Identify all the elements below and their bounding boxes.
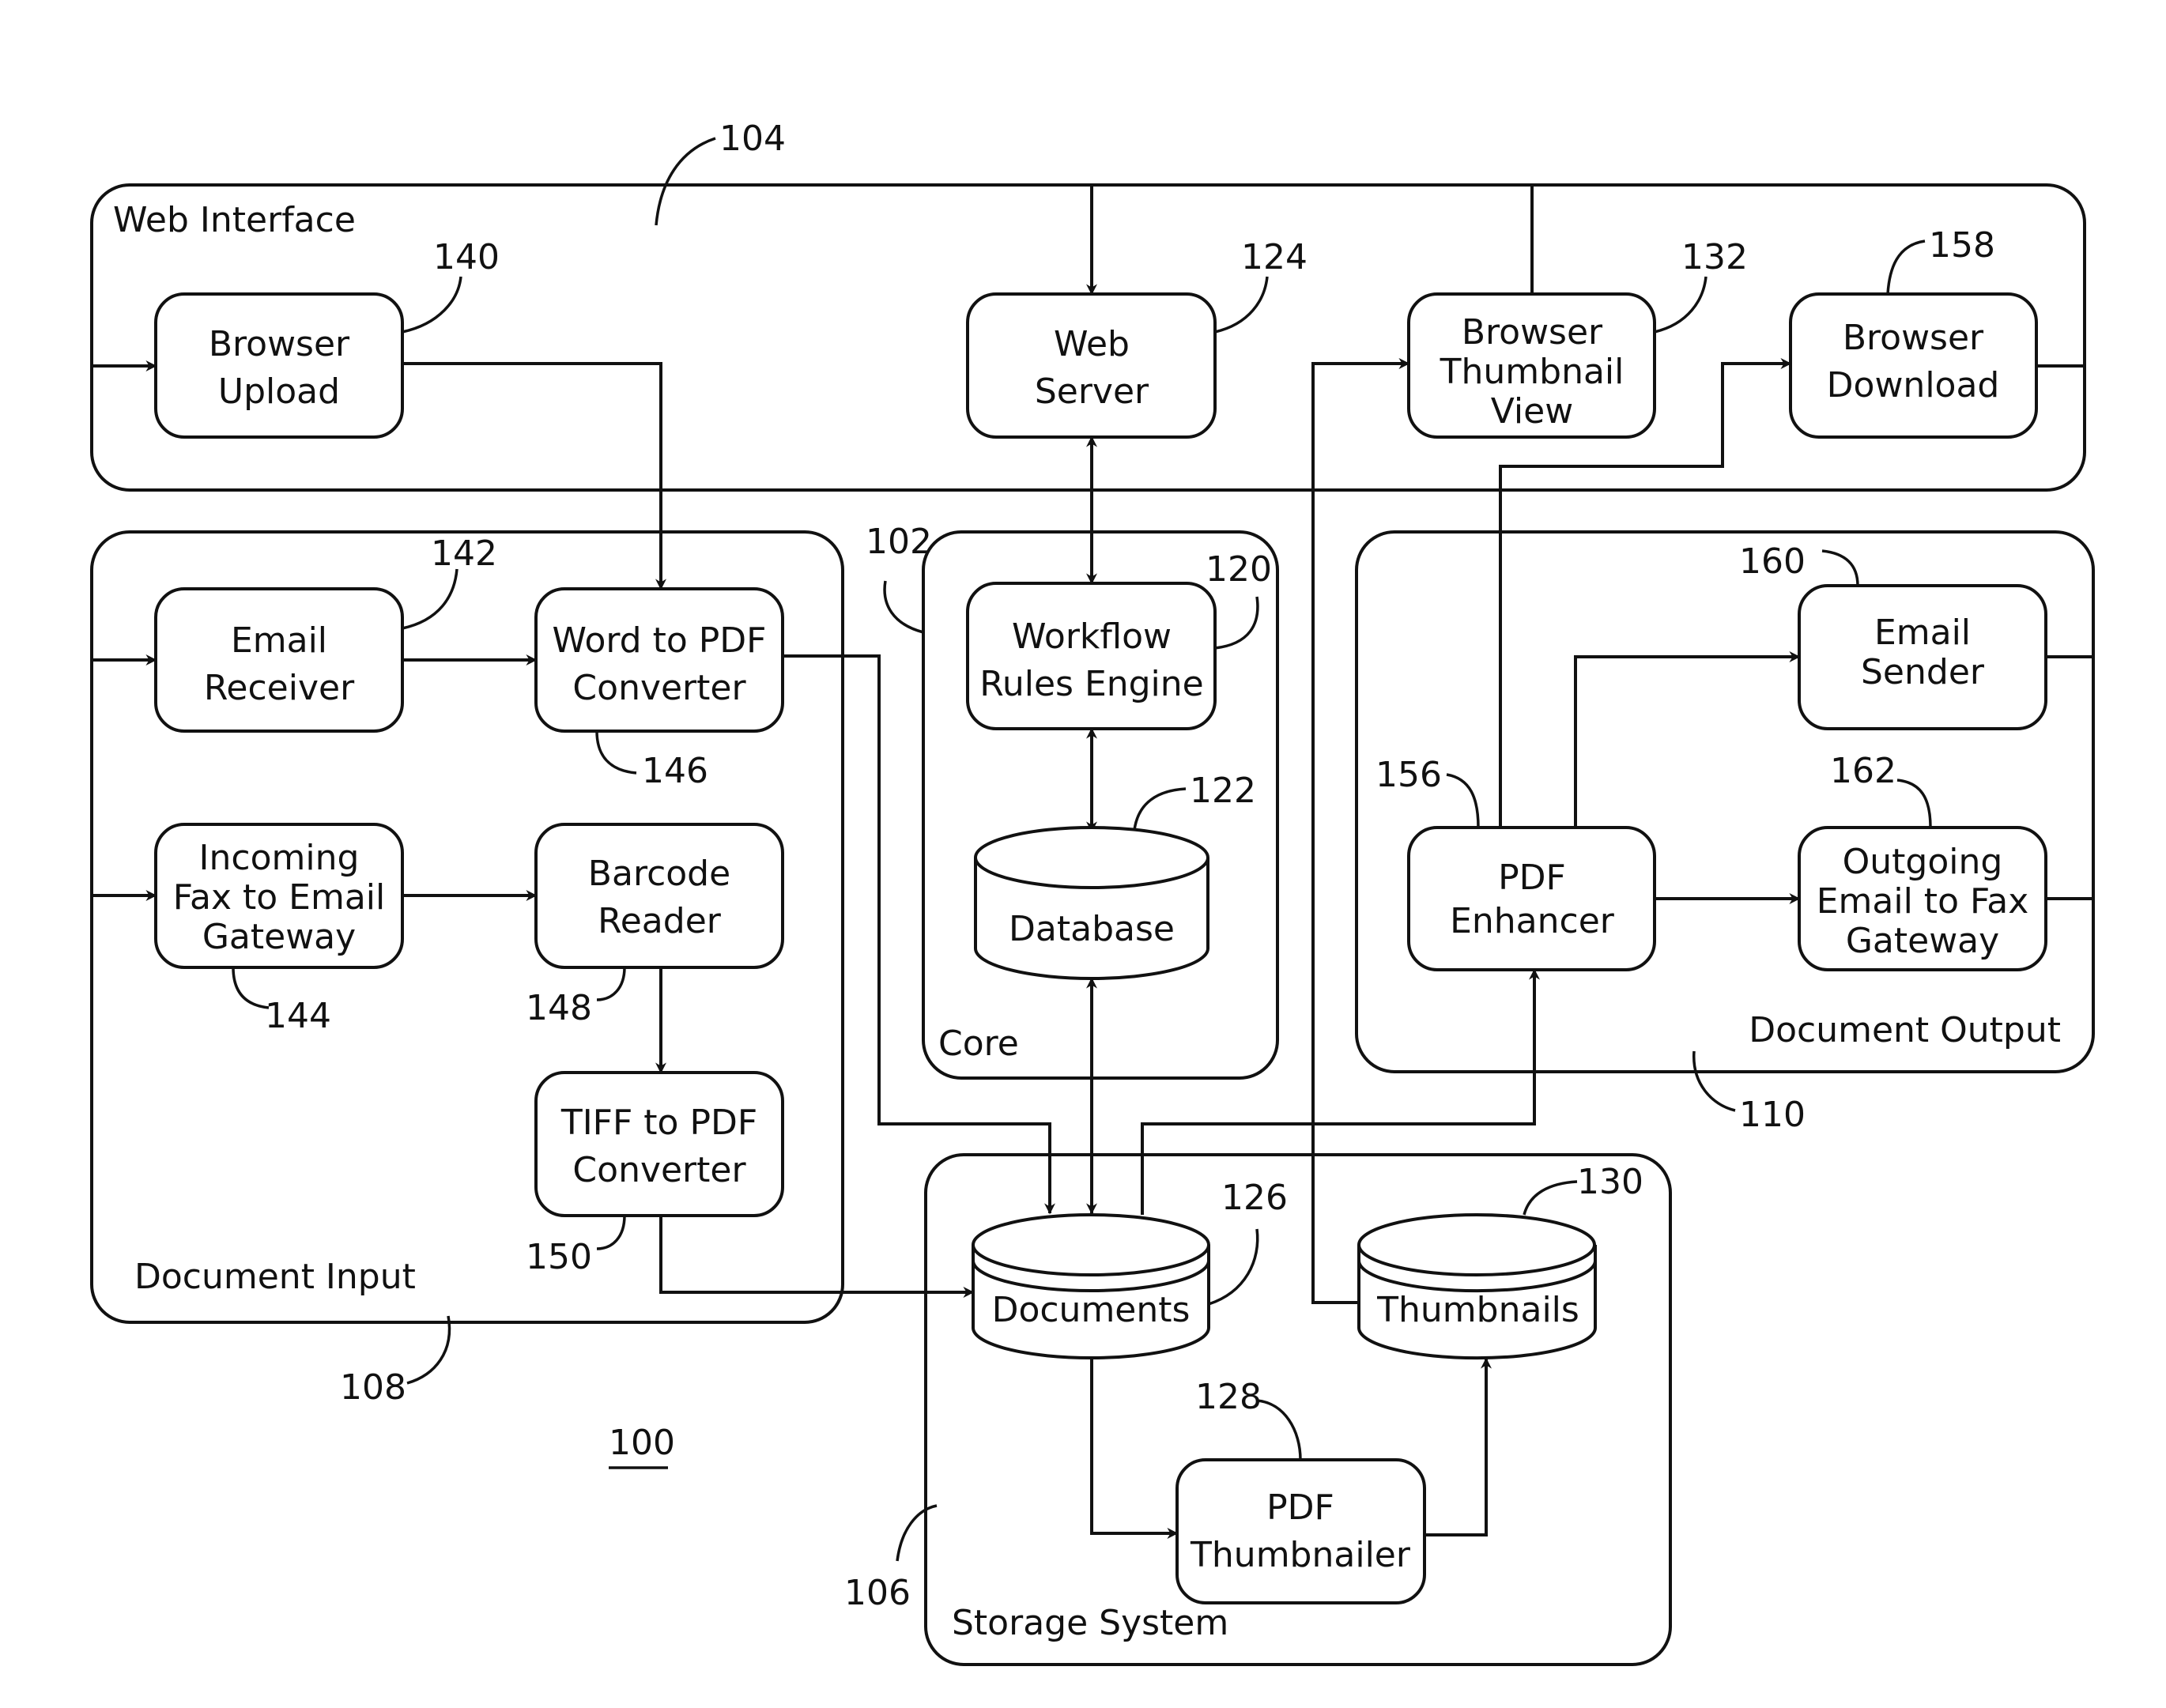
node-barcode-reader: Barcode Reader xyxy=(534,823,784,969)
node-label: Converter xyxy=(572,1150,746,1190)
ref-158: 158 xyxy=(1929,225,1995,266)
ref-104: 104 xyxy=(719,119,786,159)
node-label: Thumbnails xyxy=(1376,1290,1579,1330)
ref-110: 110 xyxy=(1739,1095,1806,1135)
ref-120: 120 xyxy=(1206,549,1272,590)
node-label: View xyxy=(1491,391,1573,432)
ref-140: 140 xyxy=(433,237,500,277)
ref-150: 150 xyxy=(526,1237,592,1277)
node-label: Email xyxy=(231,620,327,661)
node-browser-download: Browser Download xyxy=(1789,292,2038,439)
node-label: Word to PDF xyxy=(553,620,767,661)
node-label: Email to Fax xyxy=(1817,881,2029,922)
node-label: Database xyxy=(1009,909,1175,949)
node-label: Thumbnailer xyxy=(1190,1535,1411,1575)
ref-160: 160 xyxy=(1739,541,1806,582)
node-label: Incoming xyxy=(199,838,360,878)
node-pdf-enhancer: PDF Enhancer xyxy=(1407,826,1656,971)
node-email-receiver: Email Receiver xyxy=(154,587,404,733)
node-label: Download xyxy=(1827,365,2000,405)
node-documents: Documents xyxy=(972,1213,1210,1359)
edge-enhancer-to-email-sender xyxy=(1574,651,1801,828)
node-outgoing-fax: Outgoing Email to Fax Gateway xyxy=(1798,826,2047,971)
node-label: Outgoing xyxy=(1843,842,2003,882)
node-database: Database xyxy=(974,826,1209,980)
node-web-server: Web Server xyxy=(966,292,1217,439)
node-label: Email xyxy=(1874,613,1971,653)
node-label: Web xyxy=(1054,324,1130,364)
ref-144: 144 xyxy=(265,996,331,1036)
node-browser-thumbnail-view: Browser Thumbnail View xyxy=(1407,292,1656,439)
node-thumbnails: Thumbnails xyxy=(1357,1213,1597,1360)
ref-128: 128 xyxy=(1195,1377,1262,1417)
ref-126: 126 xyxy=(1221,1178,1288,1218)
edge-thumbnailer-to-thumbnails xyxy=(1425,1357,1492,1536)
node-label: TIFF to PDF xyxy=(560,1103,757,1143)
node-label: Documents xyxy=(992,1290,1191,1330)
node-label: Workflow xyxy=(1012,616,1172,657)
figure-reference-100: 100 xyxy=(609,1423,675,1463)
node-label: Browser xyxy=(1462,312,1603,353)
node-pdf-thumbnailer: PDF Thumbnailer xyxy=(1175,1458,1426,1604)
node-label: Server xyxy=(1035,371,1149,412)
ref-146: 146 xyxy=(642,751,708,791)
group-label-core: Core xyxy=(938,1024,1019,1064)
node-label: Thumbnail xyxy=(1440,352,1624,392)
node-label: Gateway xyxy=(202,917,356,957)
node-label: Enhancer xyxy=(1450,901,1615,941)
node-label: Receiver xyxy=(204,668,355,708)
ref-106: 106 xyxy=(844,1573,911,1613)
edge-thumbnails-to-view xyxy=(1311,358,1410,1304)
node-email-sender: Email Sender xyxy=(1798,584,2047,730)
node-label: Rules Engine xyxy=(979,664,1204,704)
ref-162: 162 xyxy=(1830,751,1896,791)
node-label: Fax to Email xyxy=(173,877,386,918)
node-label: Browser xyxy=(1843,318,1984,358)
system-diagram: Web Interface Document Input Core Docume… xyxy=(90,119,2095,1666)
edge-documents-to-thumbnailer xyxy=(1090,1359,1179,1539)
node-label: Gateway xyxy=(1846,921,1999,961)
group-label-document-input: Document Input xyxy=(134,1257,416,1297)
node-label: PDF xyxy=(1498,858,1566,898)
node-incoming-fax: Incoming Fax to Email Gateway xyxy=(154,823,404,969)
ref-132: 132 xyxy=(1681,237,1748,277)
node-label: Sender xyxy=(1861,652,1985,692)
ref-122: 122 xyxy=(1190,771,1256,811)
edge-documents-to-enhancer xyxy=(1141,968,1540,1215)
ref-124: 124 xyxy=(1241,237,1308,277)
node-word-to-pdf: Word to PDF Converter xyxy=(534,587,784,733)
group-label-web-interface: Web Interface xyxy=(113,200,356,240)
group-label-storage-system: Storage System xyxy=(952,1603,1228,1643)
ref-102: 102 xyxy=(866,522,932,562)
group-label-document-output: Document Output xyxy=(1749,1010,2061,1050)
ref-142: 142 xyxy=(431,534,497,574)
node-label: Converter xyxy=(572,668,746,708)
node-label: PDF xyxy=(1266,1487,1334,1528)
ref-148: 148 xyxy=(526,988,592,1028)
node-label: Browser xyxy=(209,324,350,364)
ref-130: 130 xyxy=(1577,1162,1643,1202)
node-workflow-engine: Workflow Rules Engine xyxy=(966,582,1217,730)
ref-156: 156 xyxy=(1375,755,1442,795)
node-browser-upload: Browser Upload xyxy=(154,292,404,439)
node-label: Barcode xyxy=(588,854,730,894)
ref-108: 108 xyxy=(340,1367,406,1408)
node-label: Reader xyxy=(598,901,722,941)
node-label: Upload xyxy=(218,371,340,412)
node-tiff-to-pdf: TIFF to PDF Converter xyxy=(534,1071,784,1217)
